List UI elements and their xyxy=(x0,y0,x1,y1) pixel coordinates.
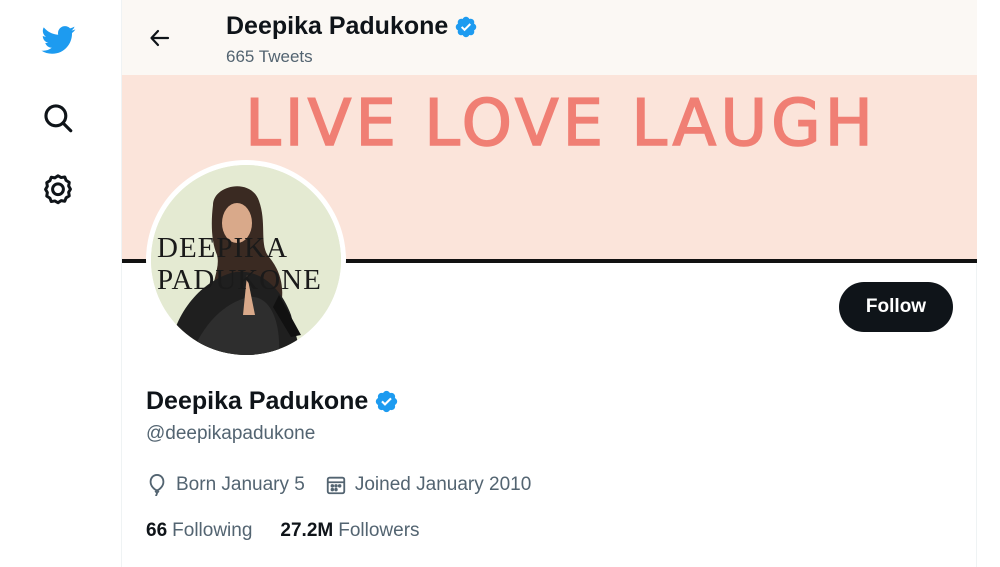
avatar-text-line1: DEEPIKA xyxy=(157,232,288,264)
search-icon xyxy=(44,104,73,133)
back-button[interactable] xyxy=(142,20,178,56)
settings-button[interactable] xyxy=(34,166,82,214)
verified-badge-icon xyxy=(376,390,398,413)
twitter-logo-button[interactable] xyxy=(34,16,82,64)
following-label: Following xyxy=(172,520,253,541)
profile-name-text: Deepika Padukone xyxy=(146,387,369,415)
gear-icon xyxy=(44,174,72,205)
search-button[interactable] xyxy=(34,94,82,142)
verified-badge-icon xyxy=(456,16,477,37)
following-count: 66 xyxy=(146,520,168,541)
calendar-icon xyxy=(326,476,346,495)
profile-name: Deepika Padukone xyxy=(146,387,399,416)
header-title: Deepika Padukone xyxy=(226,12,478,41)
header-name-text: Deepika Padukone xyxy=(226,12,449,40)
avatar-text-line2: PADUKONE xyxy=(157,264,322,296)
profile-stats: 66 Following 27.2M Followers xyxy=(146,520,448,542)
following-link[interactable]: 66 Following xyxy=(146,520,252,542)
twitter-bird-icon xyxy=(41,26,76,54)
banner-text: LIVE LOVE LAUGH xyxy=(244,86,877,162)
profile-meta: Born January 5 Joined January 2010 xyxy=(146,473,551,497)
tweet-count: 665 Tweets xyxy=(226,47,313,66)
follow-button[interactable]: Follow xyxy=(839,282,953,332)
avatar-photo: DEEPIKA PADUKONE xyxy=(151,165,341,355)
profile-header: Deepika Padukone 665 Tweets xyxy=(122,0,977,75)
birthday-item: Born January 5 xyxy=(146,473,305,497)
followers-count: 27.2M xyxy=(280,520,334,541)
birthday-text: Born January 5 xyxy=(176,474,305,495)
joined-text: Joined January 2010 xyxy=(354,474,532,495)
followers-label: Followers xyxy=(338,520,420,541)
balloon-icon xyxy=(149,473,165,497)
joined-item: Joined January 2010 xyxy=(325,474,531,496)
arrow-left-icon xyxy=(150,29,170,47)
avatar[interactable]: DEEPIKA PADUKONE xyxy=(146,160,346,360)
profile-column: Deepika Padukone 665 Tweets LIVE LOVE LA… xyxy=(121,0,977,567)
side-nav xyxy=(0,0,120,567)
profile-handle: @deepikapadukone xyxy=(146,423,316,444)
followers-link[interactable]: 27.2M Followers xyxy=(280,520,419,542)
